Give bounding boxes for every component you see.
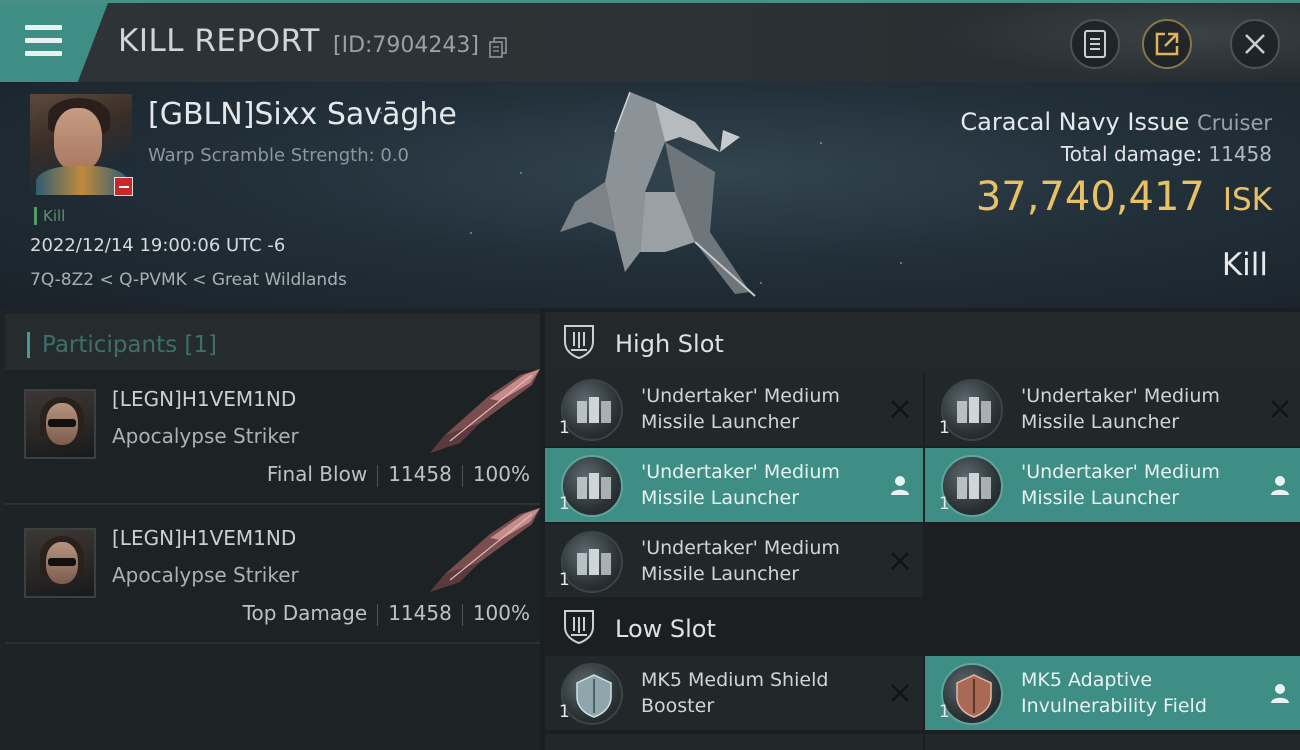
kill-tag: Kill	[34, 207, 65, 225]
participant-stats: Top Damage 11458 100%	[243, 601, 530, 626]
victim-ship-name[interactable]: Caracal Navy Issue Cruiser	[960, 108, 1272, 136]
module-item[interactable]: 1 'Undertaker' Medium Missile Launcher	[925, 448, 1300, 522]
high-slot-label: High Slot	[615, 330, 724, 358]
low-slot-icon	[564, 610, 594, 645]
participant-ship-icon	[430, 508, 540, 592]
module-name: 'Undertaker' Medium Missile Launcher	[641, 385, 840, 433]
module-name: 'Undertaker' Medium Missile Launcher	[641, 537, 840, 585]
kill-datetime: 2022/12/14 19:00:06 UTC -6	[30, 235, 286, 256]
shield-booster-icon	[561, 663, 623, 725]
module-item[interactable]: 1 MK5 Adaptive Invulnerability Field	[925, 656, 1300, 730]
module-item-partial[interactable]	[925, 734, 1300, 750]
participant-avatar[interactable]	[24, 528, 96, 598]
participant-damage: 11458	[388, 601, 452, 625]
module-item[interactable]: 1 MK5 Medium Shield Booster	[545, 656, 923, 730]
participant-name: [LEGN]H1VEM1ND	[112, 387, 297, 411]
low-slot-heading: Low Slot	[545, 597, 1300, 659]
participants-label: Participants [1]	[27, 332, 217, 358]
participant-tag: Top Damage	[242, 601, 368, 625]
kill-id: [ID:7904243]	[333, 33, 479, 58]
missile-launcher-icon	[941, 379, 1003, 441]
copy-icon[interactable]	[488, 37, 508, 59]
high-slot-heading: High Slot	[545, 312, 1300, 374]
participant-avatar[interactable]	[24, 389, 96, 459]
missile-launcher-icon	[561, 379, 623, 441]
close-icon	[1245, 34, 1265, 54]
clipboard-button[interactable]	[1070, 19, 1120, 69]
module-item[interactable]: 1 'Undertaker' Medium Missile Launcher	[545, 372, 923, 446]
participants-panel: Participants [1] [LEGN]H1VEM1ND Apocalyp…	[0, 308, 540, 750]
low-slot-label: Low Slot	[615, 615, 716, 643]
module-name: 'Undertaker' Medium Missile Launcher	[1021, 385, 1220, 433]
destroyed-icon	[891, 552, 909, 570]
hostile-badge-icon	[114, 177, 133, 196]
participant-row[interactable]: [LEGN]H1VEM1ND Apocalypse Striker Final …	[5, 369, 540, 505]
destroyed-icon	[891, 684, 909, 702]
participant-tag: Final Blow	[266, 462, 368, 486]
kill-location[interactable]: 7Q-8Z2 < Q-PVMK < Great Wildlands	[30, 270, 347, 290]
fitting-panel: High Slot 1 'Undertaker' Medium Missile L…	[540, 308, 1300, 750]
participant-ship: Apocalypse Striker	[112, 563, 299, 587]
participant-ship-icon	[430, 369, 540, 453]
module-name: MK5 Adaptive Invulnerability Field	[1021, 669, 1207, 717]
share-button[interactable]	[1142, 19, 1192, 69]
participant-percent: 100%	[472, 601, 530, 625]
share-icon	[1155, 32, 1179, 56]
module-item[interactable]: 1 'Undertaker' Medium Missile Launcher	[925, 372, 1300, 446]
module-name: MK5 Medium Shield Booster	[641, 669, 829, 717]
dropped-icon	[891, 476, 909, 495]
header-bar: KILL REPORT [ID:7904243]	[0, 0, 1300, 82]
kill-type: Kill	[1221, 247, 1268, 283]
high-slot-icon	[564, 325, 594, 360]
menu-button[interactable]	[0, 3, 108, 82]
dropped-icon	[1271, 684, 1289, 703]
participant-percent: 100%	[472, 462, 530, 486]
module-name: 'Undertaker' Medium Missile Launcher	[641, 461, 840, 509]
invulnerability-field-icon	[941, 663, 1003, 725]
victim-name[interactable]: [GBLN]Sixx Savāghe	[148, 97, 457, 132]
module-item-partial[interactable]	[545, 734, 923, 750]
module-name: 'Undertaker' Medium Missile Launcher	[1021, 461, 1220, 509]
module-item[interactable]: 1 'Undertaker' Medium Missile Launcher	[545, 524, 923, 598]
victim-ship-class: Cruiser	[1197, 111, 1272, 135]
participant-ship: Apocalypse Striker	[112, 424, 299, 448]
victim-ship-render	[560, 91, 756, 297]
missile-launcher-icon	[941, 455, 1003, 517]
module-item[interactable]: 1 'Undertaker' Medium Missile Launcher	[545, 448, 923, 522]
participant-row[interactable]: [LEGN]H1VEM1ND Apocalypse Striker Top Da…	[5, 508, 540, 644]
participant-stats: Final Blow 11458 100%	[267, 462, 530, 487]
missile-launcher-icon	[561, 455, 623, 517]
participant-damage: 11458	[388, 462, 452, 486]
dropped-icon	[1271, 476, 1289, 495]
total-damage: Total damage: 11458	[1060, 142, 1272, 166]
missile-launcher-icon	[561, 531, 623, 593]
close-button[interactable]	[1230, 19, 1280, 69]
victim-banner: [GBLN]Sixx Savāghe Warp Scramble Strengt…	[0, 82, 1300, 308]
destroyed-icon	[891, 400, 909, 418]
page-title: KILL REPORT	[118, 23, 320, 59]
destroyed-icon	[1271, 400, 1289, 418]
participant-name: [LEGN]H1VEM1ND	[112, 526, 297, 550]
warp-scramble-strength: Warp Scramble Strength: 0.0	[148, 145, 410, 166]
clipboard-icon	[1084, 30, 1106, 58]
isk-value: 37,740,417 ISK	[975, 174, 1272, 220]
